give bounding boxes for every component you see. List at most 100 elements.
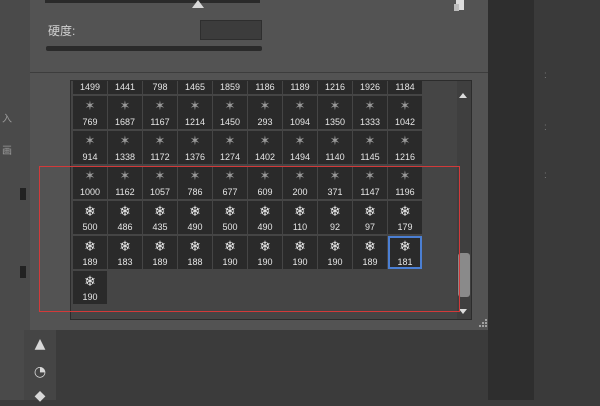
brush-preset-cell[interactable]: ❄ 92 <box>318 201 352 234</box>
brush-tip-icon: ✶ <box>364 134 376 149</box>
pen-tool-icon[interactable]: ◆ <box>28 386 52 406</box>
brush-preset-cell[interactable]: ✶ 1450 <box>213 96 247 129</box>
brush-preset-cell[interactable]: ❄ 188 <box>178 236 212 269</box>
brush-preset-cell[interactable]: ✶ 1376 <box>178 131 212 164</box>
brush-preset-cell[interactable]: ❄ 181 <box>388 236 422 269</box>
brush-preset-cell[interactable]: ❄ 435 <box>143 201 177 234</box>
brush-size-label: 1402 <box>254 152 276 162</box>
brush-size-label: 500 <box>82 222 98 232</box>
hardness-input[interactable] <box>200 20 262 40</box>
snowflake-icon: ❄ <box>294 204 306 220</box>
brush-preset-cell[interactable]: ✶ 1274 <box>213 131 247 164</box>
brush-preset-cell[interactable]: ❄ 189 <box>353 236 387 269</box>
brush-preset-cell[interactable]: ✶1216 <box>388 131 422 164</box>
brush-preset-cell[interactable]: ✶ 293 <box>248 96 282 129</box>
brush-preset-cell[interactable]: ✶ 914 <box>73 131 107 164</box>
new-preset-icon[interactable] <box>454 0 466 12</box>
snowflake-icon: ❄ <box>364 239 376 255</box>
brush-preset-cell[interactable]: ✶ 1333 <box>353 96 387 129</box>
brush-preset-cell[interactable]: ✶ 786 <box>178 166 212 199</box>
brush-tip-icon: ✶ <box>189 99 201 114</box>
brush-preset-cell[interactable]: ✶ 1196 <box>388 166 422 199</box>
brush-preset-cell[interactable]: ✶1216 <box>318 81 352 94</box>
brush-preset-cell[interactable]: ✶ 1162 <box>108 166 142 199</box>
brush-size-label: 1499 <box>79 82 101 92</box>
brush-size-label: 1094 <box>289 117 311 127</box>
brush-preset-cell[interactable]: ✶ 609 <box>248 166 282 199</box>
brush-preset-cell[interactable]: ✶ 1147 <box>353 166 387 199</box>
brush-preset-cell[interactable]: ✶ 1402 <box>248 131 282 164</box>
resize-grip-icon[interactable] <box>478 318 488 328</box>
brush-preset-cell[interactable]: ✶ 1172 <box>143 131 177 164</box>
brush-preset-cell[interactable]: ✶ 200 <box>283 166 317 199</box>
brush-preset-cell[interactable]: ❄ 183 <box>108 236 142 269</box>
brush-size-label: 490 <box>187 222 203 232</box>
scrollbar-thumb[interactable] <box>458 253 470 297</box>
brush-preset-cell[interactable]: ✶1465 <box>178 81 212 94</box>
brush-preset-cell[interactable]: ✶ 769 <box>73 96 107 129</box>
brush-tip-icon: ✶ <box>294 99 306 114</box>
snowflake-icon: ❄ <box>294 239 306 255</box>
brush-preset-cell[interactable]: ❄ 179 <box>388 201 422 234</box>
brush-size-label: 293 <box>257 117 273 127</box>
brush-preset-cell[interactable]: ✶ 1094 <box>283 96 317 129</box>
brush-preset-cell[interactable]: ❄ 110 <box>283 201 317 234</box>
brush-preset-cell[interactable]: ✶ 1145 <box>353 131 387 164</box>
brush-size-label: 190 <box>222 257 238 267</box>
brush-preset-cell[interactable]: ✶ 1000 <box>73 166 107 199</box>
brush-preset-cell[interactable]: ✶1441 <box>108 81 142 94</box>
brush-preset-cell[interactable]: ✶ 677 <box>213 166 247 199</box>
brush-tip-icon: ✶ <box>259 99 271 114</box>
brush-preset-cell[interactable]: ✶1926 <box>353 81 387 94</box>
brush-preset-cell[interactable]: ❄ 486 <box>108 201 142 234</box>
brush-preset-cell[interactable]: ❄ 490 <box>178 201 212 234</box>
brush-size-label: 371 <box>327 187 343 197</box>
scroll-down-icon[interactable] <box>459 309 467 314</box>
brush-preset-cell[interactable]: ❄ 190 <box>248 236 282 269</box>
brush-preset-cell[interactable]: ❄ 190 <box>73 271 107 304</box>
snowflake-icon: ❄ <box>189 204 201 220</box>
brush-preset-cell[interactable]: ✶798 <box>143 81 177 94</box>
snowflake-icon: ❄ <box>154 239 166 255</box>
brush-preset-cell[interactable]: ✶ 1167 <box>143 96 177 129</box>
brush-preset-cell[interactable]: ❄ 500 <box>213 201 247 234</box>
brush-preset-cell[interactable]: ✶ 1057 <box>143 166 177 199</box>
brush-preset-cell[interactable]: ❄ 189 <box>143 236 177 269</box>
brush-preset-cell[interactable]: ✶ 1042 <box>388 96 422 129</box>
smudge-tool-icon[interactable]: ◔ <box>28 362 52 382</box>
brush-preset-cell[interactable]: ❄ 97 <box>353 201 387 234</box>
brush-preset-cell[interactable]: ✶1189 <box>283 81 317 94</box>
size-slider-handle[interactable] <box>192 0 204 8</box>
brush-preset-cell[interactable]: ✶ 1140 <box>318 131 352 164</box>
brush-preset-grid: ✶1499✶1441✶798✶1465✶1859✶1186✶1189✶1216✶… <box>73 81 457 319</box>
brush-preset-cell[interactable]: ✶ 1350 <box>318 96 352 129</box>
brush-size-label: 190 <box>292 257 308 267</box>
hardness-slider[interactable] <box>46 46 262 51</box>
brush-size-label: 1859 <box>219 82 241 92</box>
triangle-tool-icon[interactable]: ▲ <box>28 334 52 354</box>
brush-preset-cell[interactable]: ✶ 1338 <box>108 131 142 164</box>
brush-preset-cell[interactable]: ✶ 371 <box>318 166 352 199</box>
brush-size-label: 92 <box>329 222 340 232</box>
scroll-up-icon[interactable] <box>459 93 467 98</box>
brush-preset-cell[interactable]: ✶ 1214 <box>178 96 212 129</box>
size-slider-track[interactable] <box>45 0 260 3</box>
brush-preset-cell[interactable]: ❄ 500 <box>73 201 107 234</box>
brush-preset-cell[interactable]: ❄ 190 <box>318 236 352 269</box>
brush-preset-cell[interactable]: ✶ 1494 <box>283 131 317 164</box>
brush-size-label: 1216 <box>394 152 416 162</box>
brush-preset-cell[interactable]: ❄ 190 <box>213 236 247 269</box>
brush-preset-cell[interactable]: ❄ 190 <box>283 236 317 269</box>
brush-preset-cell[interactable]: ✶1499 <box>73 81 107 94</box>
brush-preset-cell[interactable]: ✶ 1687 <box>108 96 142 129</box>
brush-preset-cell[interactable]: ✶1859 <box>213 81 247 94</box>
snowflake-icon: ❄ <box>329 204 341 220</box>
brush-preset-cell[interactable]: ❄ 189 <box>73 236 107 269</box>
brush-preset-cell[interactable]: ✶1186 <box>248 81 282 94</box>
brush-preset-cell[interactable]: ❄ 490 <box>248 201 282 234</box>
brush-tip-icon: ✶ <box>259 134 271 149</box>
hardness-label: 硬度: <box>48 24 76 38</box>
brush-size-label: 1186 <box>255 82 275 92</box>
brush-size-label: 1057 <box>149 187 171 197</box>
brush-preset-cell[interactable]: ✶1184 <box>388 81 422 94</box>
